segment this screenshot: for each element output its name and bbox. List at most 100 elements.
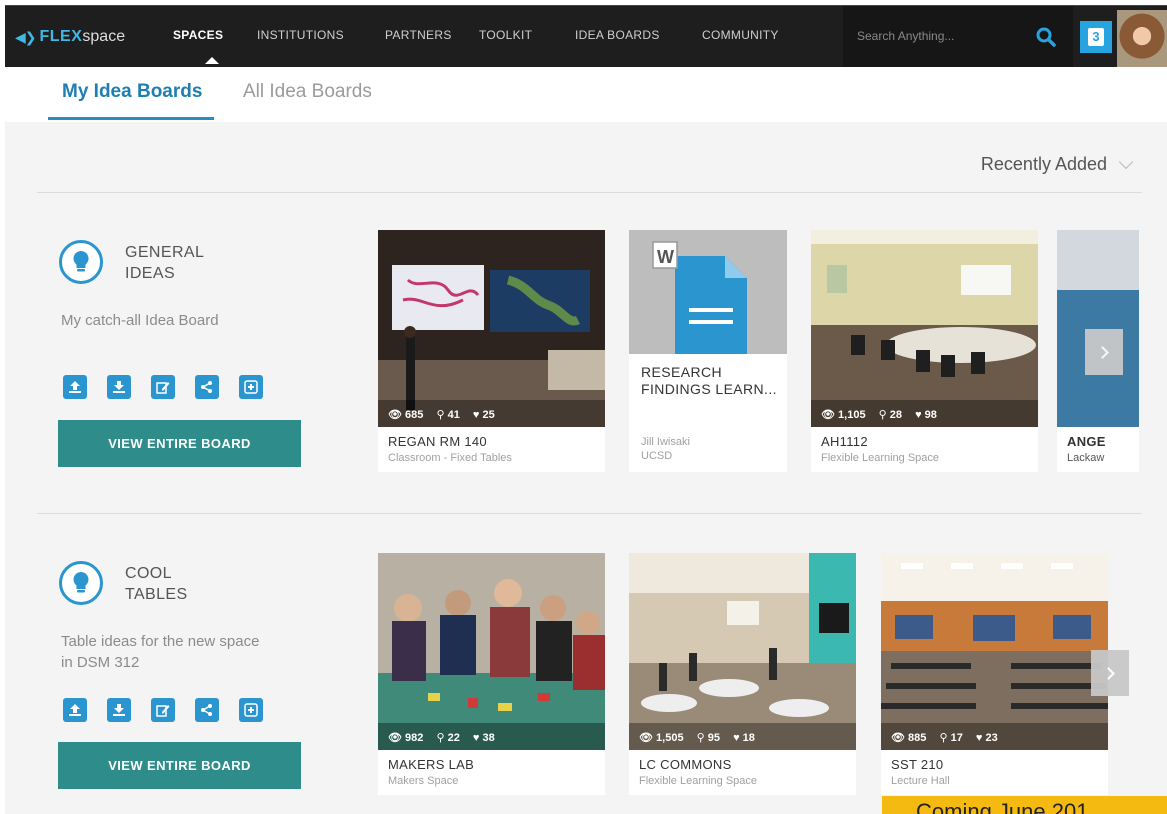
card-subtitle: Lackaw [1067,452,1105,464]
notifications-button[interactable]: 3 [1080,21,1112,53]
active-nav-caret [205,57,219,64]
card-subtitle: Classroom - Fixed Tables [388,452,512,464]
board-actions [63,375,263,399]
notification-count: 3 [1088,28,1104,46]
card-title: SST 210 [891,757,944,772]
chevron-right-icon [1101,666,1115,680]
nav-item-spaces[interactable]: SPACES [173,28,223,42]
board-tabs: My Idea Boards All Idea Boards [0,67,1167,122]
card-title: LC COMMONS [639,757,732,772]
card-subtitle: Flexible Learning Space [821,452,940,464]
space-card[interactable]: 👁 685 ⚲ 41 ♥ 25 REGAN RM 140 Classroom -… [378,230,605,472]
chevron-down-icon [1118,154,1134,169]
share-icon[interactable] [195,375,219,399]
likes-count: ♥ 18 [733,732,755,744]
likes-count: ♥ 38 [472,732,495,744]
document-title: RESEARCH FINDINGS LEARN... [641,364,777,397]
space-photo [629,553,856,750]
carousel-next-button[interactable] [1085,329,1123,375]
space-photo [378,553,605,750]
likes-count: ♥ 25 [472,409,495,421]
download-icon[interactable] [107,375,131,399]
coming-soon-banner: Coming June 201 [882,796,1167,814]
upload-icon[interactable] [63,375,87,399]
document-author: Jill Iwisaki UCSD [641,436,690,462]
card-title: AH1112 [821,434,868,449]
views-count: 👁 1,105 [821,409,866,421]
card-title: ANGE [1067,434,1106,449]
lightbulb-icon [59,561,103,605]
nav-item-partners[interactable]: PARTNERS [385,28,452,42]
download-icon[interactable] [107,698,131,722]
board-title: GENERAL IDEAS [125,244,205,282]
space-card[interactable]: 👁 1,505 ⚲ 95 ♥ 18 LC COMMONS Flexible Le… [629,553,856,795]
space-photo [378,230,605,427]
card-stats: 👁 982 ⚲ 22 ♥ 38 [388,731,505,744]
pins-count: ⚲ 95 [696,732,720,744]
card-stats: 👁 885 ⚲ 17 ♥ 23 [891,731,1008,744]
edit-icon[interactable] [151,698,175,722]
pins-count: ⚲ 22 [436,732,460,744]
nav-item-community[interactable]: COMMUNITY [702,28,779,42]
space-card[interactable]: 👁 885 ⚲ 17 ♥ 23 SST 210 Lecture Hall [881,553,1108,795]
board-title: COOL TABLES [125,565,188,603]
logo-mark-icon: ◀❯ [15,28,36,45]
view-entire-board-button[interactable]: VIEW ENTIRE BOARD [58,420,301,467]
idea-board-general-ideas: GENERAL IDEAS My catch-all Idea Board VI… [5,192,1167,472]
search-box [843,6,1073,68]
search-input[interactable] [857,26,1017,46]
chevron-right-icon [1095,345,1109,359]
svg-text:W: W [657,247,674,267]
top-nav: ◀❯ FLEX space SPACES INSTITUTIONS PARTNER… [5,5,1167,68]
views-count: 👁 685 [388,409,424,421]
card-subtitle: Lecture Hall [891,775,950,787]
board-description: Table ideas for the new space in DSM 312 [61,633,260,671]
space-card[interactable]: 👁 982 ⚲ 22 ♥ 38 MAKERS LAB Makers Space [378,553,605,795]
nav-item-idea-boards[interactable]: IDEA BOARDS [575,28,660,42]
space-photo [811,230,1038,427]
sort-dropdown[interactable]: Recently Added [980,154,1134,175]
document-thumbnail: W [629,230,787,354]
nav-item-toolkit[interactable]: TOOLKIT [479,28,532,42]
nav-item-institutions[interactable]: INSTITUTIONS [257,28,344,42]
space-card[interactable]: 👁 1,105 ⚲ 28 ♥ 98 AH1112 Flexible Learni… [811,230,1038,472]
card-subtitle: Flexible Learning Space [639,775,758,787]
card-stats: 👁 685 ⚲ 41 ♥ 25 [388,408,505,421]
active-tab-underline [48,117,214,120]
add-icon[interactable] [239,698,263,722]
space-photo [881,553,1108,750]
flexspace-logo[interactable]: ◀❯ FLEX space [15,26,125,48]
lightbulb-icon [59,240,103,284]
view-entire-board-button[interactable]: VIEW ENTIRE BOARD [58,742,301,789]
tab-my-idea-boards[interactable]: My Idea Boards [62,81,202,103]
sort-label: Recently Added [980,154,1107,174]
banner-text: Coming June 201 [916,799,1089,814]
pins-count: ⚲ 41 [436,409,460,421]
share-icon[interactable] [195,698,219,722]
avatar[interactable] [1117,10,1167,68]
document-card[interactable]: W RESEARCH FINDINGS LEARN... Jill Iwisak… [629,230,787,472]
views-count: 👁 1,505 [639,732,684,744]
idea-board-cool-tables: COOL TABLES Table ideas for the new spac… [5,513,1167,795]
board-description: My catch-all Idea Board [61,312,219,329]
pins-count: ⚲ 17 [939,732,963,744]
add-icon[interactable] [239,375,263,399]
likes-count: ♥ 98 [915,409,937,421]
tab-all-idea-boards[interactable]: All Idea Boards [243,81,372,103]
carousel-next-button[interactable] [1091,650,1129,696]
likes-count: ♥ 23 [975,732,998,744]
card-stats: 👁 1,105 ⚲ 28 ♥ 98 [821,408,947,421]
card-stats: 👁 1,505 ⚲ 95 ♥ 18 [639,731,765,744]
card-title: MAKERS LAB [388,757,475,772]
word-document-icon: W [652,241,747,354]
card-title: REGAN RM 140 [388,434,487,449]
boards-content: Recently Added GENERAL IDEAS My catch-al… [5,122,1167,814]
board-actions [63,698,263,722]
upload-icon[interactable] [63,698,87,722]
search-icon[interactable] [1035,26,1057,48]
views-count: 👁 885 [891,732,927,744]
pins-count: ⚲ 28 [878,409,902,421]
edit-icon[interactable] [151,375,175,399]
card-subtitle: Makers Space [388,775,459,787]
views-count: 👁 982 [388,732,424,744]
